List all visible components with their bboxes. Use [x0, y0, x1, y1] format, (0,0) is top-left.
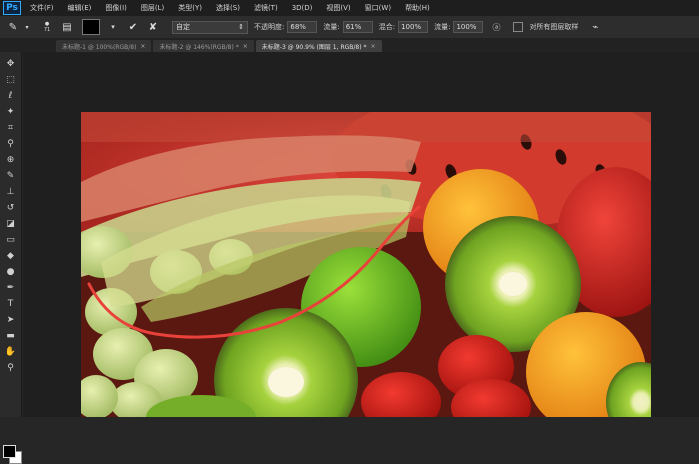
tools-panel: ✥ ⬚ ℓ ✦ ⌗ ⚲ ⊕ ✎ ⊥ ↺ ◪ ▭ ◆ ● ✒ T ➤ ▬ ✋ ⚲	[0, 52, 22, 464]
options-bar: ✎ ▾ ● 71 ▤ ▾ ✔ ✘ 自定 ⇕ 不透明度: 68% 流量: 61% …	[0, 16, 699, 39]
airbrush-icon[interactable]: ⓐ	[489, 20, 503, 34]
zoom-tool-icon[interactable]: ⚲	[2, 360, 20, 376]
wet-field[interactable]: 68%	[287, 21, 318, 33]
mixer-brush-icon[interactable]: ✎	[6, 20, 20, 34]
pen-tool-icon[interactable]: ✒	[2, 280, 20, 296]
mix-label: 混合:	[378, 23, 396, 31]
blend-mode-value: 自定	[176, 23, 190, 31]
healing-brush-tool-icon[interactable]: ⊕	[2, 152, 20, 168]
menu-filter[interactable]: 滤镜(T)	[254, 3, 278, 13]
brush-tool-icon[interactable]: ✎	[2, 168, 20, 184]
close-icon[interactable]: ×	[370, 43, 375, 50]
document-tab-3[interactable]: 未标题-3 @ 90.9% (图层 1, RGB/8) * ×	[255, 40, 382, 52]
document-canvas[interactable]	[81, 112, 651, 417]
crop-tool-icon[interactable]: ⌗	[2, 120, 20, 136]
menu-bar: Ps 文件(F) 编辑(E) 图像(I) 图层(L) 类型(Y) 选择(S) 滤…	[0, 0, 699, 16]
move-tool-icon[interactable]: ✥	[2, 56, 20, 72]
load-after-stroke-icon[interactable]: ✔	[126, 20, 140, 34]
sample-all-layers-label: 对所有图层取样	[529, 23, 579, 31]
menu-image[interactable]: 图像(I)	[105, 3, 127, 13]
menu-layer[interactable]: 图层(L)	[141, 3, 164, 13]
eraser-tool-icon[interactable]: ◪	[2, 216, 20, 232]
wet-label: 不透明度:	[254, 23, 285, 31]
menu-file[interactable]: 文件(F)	[30, 3, 54, 13]
history-brush-tool-icon[interactable]: ↺	[2, 200, 20, 216]
path-selection-tool-icon[interactable]: ➤	[2, 312, 20, 328]
document-tab-2[interactable]: 未标题-2 @ 146%(RGB/8) * ×	[153, 40, 254, 52]
menu-3d[interactable]: 3D(D)	[292, 4, 313, 12]
close-icon[interactable]: ×	[243, 43, 248, 50]
current-brush-swatch[interactable]	[82, 19, 100, 35]
document-tab-bar: 未标题-1 @ 100%(RGB/8) × 未标题-2 @ 146%(RGB/8…	[0, 38, 699, 52]
load-field[interactable]: 61%	[342, 21, 373, 33]
blend-mode-select[interactable]: 自定 ⇕	[172, 20, 248, 34]
mix-field[interactable]: 100%	[398, 21, 429, 33]
menu-type[interactable]: 类型(Y)	[178, 3, 202, 13]
blur-tool-icon[interactable]: ◆	[2, 248, 20, 264]
pressure-icon[interactable]: ⌁	[588, 20, 602, 34]
load-label: 流量:	[323, 23, 340, 31]
color-swatches[interactable]	[3, 445, 22, 464]
menu-window[interactable]: 窗口(W)	[365, 3, 391, 13]
document-tab-label: 未标题-2 @ 146%(RGB/8) *	[159, 43, 239, 51]
gradient-tool-icon[interactable]: ▭	[2, 232, 20, 248]
flow-label: 流量:	[434, 23, 451, 31]
marquee-tool-icon[interactable]: ⬚	[2, 72, 20, 88]
shape-tool-icon[interactable]: ▬	[2, 328, 20, 344]
type-tool-icon[interactable]: T	[2, 296, 20, 312]
eyedropper-tool-icon[interactable]: ⚲	[2, 136, 20, 152]
brush-panel-icon[interactable]: ▤	[60, 20, 74, 34]
brush-preset-icon[interactable]: ● 71	[40, 20, 54, 34]
load-brush-icon[interactable]: ▾	[106, 20, 120, 34]
photoshop-logo[interactable]: Ps	[3, 1, 21, 15]
clone-stamp-tool-icon[interactable]: ⊥	[2, 184, 20, 200]
sample-all-layers-checkbox[interactable]	[513, 22, 524, 32]
close-icon[interactable]: ×	[140, 43, 145, 50]
foreground-color-swatch[interactable]	[3, 445, 16, 458]
document-tab-label: 未标题-1 @ 100%(RGB/8)	[62, 43, 137, 51]
brush-size-value: 71	[43, 27, 51, 33]
fruit-photo	[81, 112, 651, 417]
document-tab-1[interactable]: 未标题-1 @ 100%(RGB/8) ×	[56, 40, 152, 52]
menu-select[interactable]: 选择(S)	[216, 3, 240, 13]
clean-after-stroke-icon[interactable]: ✘	[146, 20, 160, 34]
menu-view[interactable]: 视图(V)	[326, 3, 350, 13]
lasso-tool-icon[interactable]: ℓ	[2, 88, 20, 104]
magic-wand-tool-icon[interactable]: ✦	[2, 104, 20, 120]
document-tab-label: 未标题-3 @ 90.9% (图层 1, RGB/8) *	[261, 43, 367, 51]
hand-tool-icon[interactable]: ✋	[2, 344, 20, 360]
dodge-tool-icon[interactable]: ●	[2, 264, 20, 280]
flow-field[interactable]: 100%	[453, 21, 484, 33]
chevron-down-icon[interactable]: ▾	[20, 20, 34, 34]
select-arrows-icon: ⇕	[238, 23, 244, 31]
menu-help[interactable]: 帮助(H)	[405, 3, 430, 13]
menu-edit[interactable]: 编辑(E)	[68, 3, 92, 13]
